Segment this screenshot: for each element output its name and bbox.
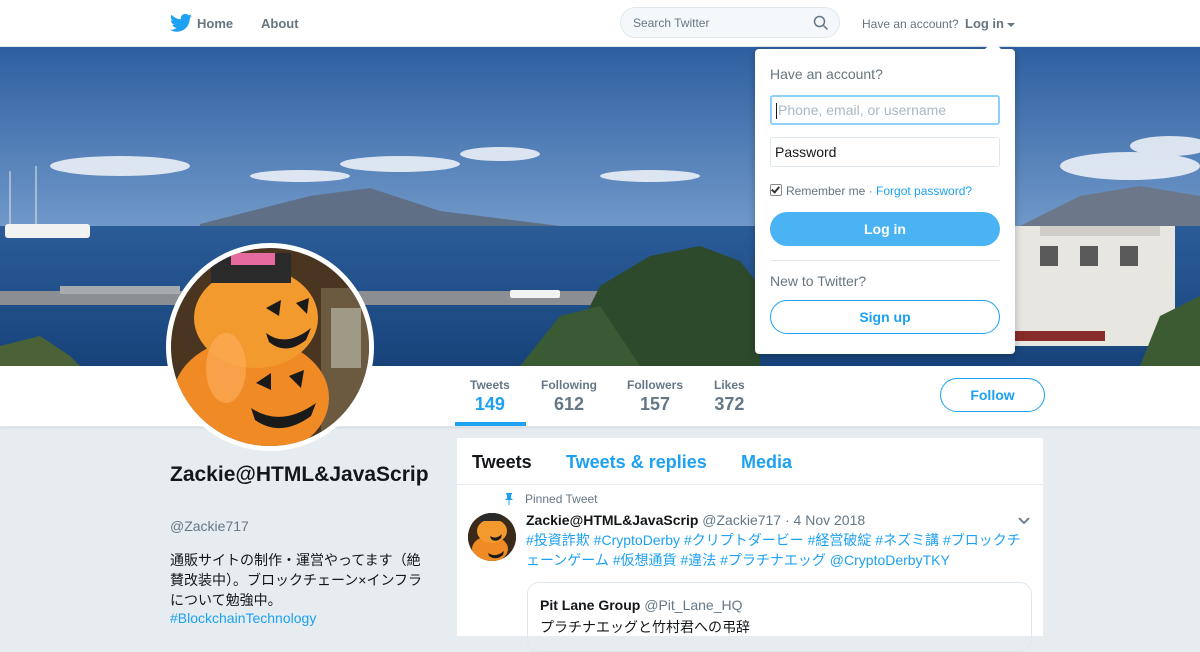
stat-tweets[interactable]: Tweets 149 <box>470 378 510 415</box>
search-icon[interactable] <box>813 15 829 31</box>
dropdown-title: Have an account? <box>770 66 883 82</box>
login-dropdown: Have an account? Phone, email, or userna… <box>755 41 1015 354</box>
remember-me-label[interactable]: Remember me <box>786 184 865 198</box>
caret-down-icon <box>1007 22 1015 27</box>
text-cursor <box>776 103 777 120</box>
timeline-tabs: Tweets Tweets & replies Media <box>457 438 1043 485</box>
remember-row: Remember me · Forgot password? <box>770 184 972 198</box>
tweet-date[interactable]: · 4 Nov 2018 <box>785 512 865 528</box>
tab-tweets[interactable]: Tweets <box>472 452 532 473</box>
tweet-avatar-image <box>468 513 516 561</box>
login-toggle-label: Log in <box>965 16 1004 31</box>
top-navigation: Home About Search Twitter Have an accoun… <box>0 0 1200 47</box>
quoted-tweet-text: プラチナエッグと竹村君への弔辞 <box>540 619 750 635</box>
active-stat-indicator <box>455 422 526 426</box>
tweet-avatar[interactable] <box>468 513 516 561</box>
profile-avatar[interactable] <box>166 243 374 451</box>
timeline: Tweets Tweets & replies Media Pinned Twe… <box>456 437 1044 652</box>
quoted-tweet-header: Pit Lane Group @Pit_Lane_HQ <box>540 597 743 613</box>
stat-label: Followers <box>627 378 684 392</box>
username-field[interactable]: Phone, email, or username <box>770 95 1000 125</box>
have-account-text: Have an account? <box>862 17 959 31</box>
stat-likes[interactable]: Likes 372 <box>714 378 745 415</box>
search-input[interactable]: Search Twitter <box>633 16 709 30</box>
tab-tweets-replies[interactable]: Tweets & replies <box>566 452 707 473</box>
quoted-author-name: Pit Lane Group <box>540 597 641 613</box>
forgot-password-link[interactable]: Forgot password? <box>876 184 972 198</box>
nav-about-link[interactable]: About <box>261 16 299 31</box>
stat-value: 612 <box>553 394 585 414</box>
dropdown-divider <box>770 260 1000 261</box>
separator: · <box>865 184 877 198</box>
signup-button[interactable]: Sign up <box>770 300 1000 334</box>
chevron-down-icon[interactable] <box>1017 516 1031 526</box>
profile-hashtag-link[interactable]: #BlockchainTechnology <box>170 610 316 626</box>
tweet-author-name[interactable]: Zackie@HTML&JavaScrip <box>526 512 698 528</box>
stat-value: 149 <box>474 394 505 414</box>
stat-value: 157 <box>639 394 671 414</box>
profile-name: Zackie@HTML&JavaScrip <box>170 463 429 486</box>
profile-handle[interactable]: @Zackie717 <box>170 518 249 534</box>
follow-button[interactable]: Follow <box>940 378 1045 412</box>
stat-label: Tweets <box>470 378 510 392</box>
remember-me-checkbox[interactable] <box>770 184 782 196</box>
quoted-tweet[interactable]: Pit Lane Group @Pit_Lane_HQ プラチナエッグと竹村君へ… <box>527 582 1032 652</box>
pinned-tweet-label: Pinned Tweet <box>525 492 598 506</box>
search-box[interactable]: Search Twitter <box>620 7 840 38</box>
username-placeholder: Phone, email, or username <box>778 102 947 118</box>
twitter-bird-icon[interactable] <box>170 13 192 33</box>
quoted-author-handle: @Pit_Lane_HQ <box>644 597 743 613</box>
stat-following[interactable]: Following 612 <box>541 378 597 415</box>
avatar-image <box>171 248 369 446</box>
tab-media[interactable]: Media <box>741 452 792 473</box>
password-placeholder: Password <box>775 144 837 160</box>
stat-value: 372 <box>714 394 745 414</box>
login-button[interactable]: Log in <box>770 212 1000 246</box>
nav-home-link[interactable]: Home <box>197 16 233 31</box>
stat-label: Following <box>541 378 597 392</box>
pin-icon <box>505 493 513 505</box>
profile-bio: 通販サイトの制作・運営やってます（絶賛改装中）。ブロックチェーン×インフラについ… <box>170 552 423 608</box>
login-dropdown-toggle[interactable]: Log in <box>965 16 1015 31</box>
stat-label: Likes <box>714 378 745 392</box>
password-field[interactable]: Password <box>770 137 1000 167</box>
dropdown-caret <box>985 41 1001 49</box>
tweet-header: Zackie@HTML&JavaScrip @Zackie717 · 4 Nov… <box>526 512 865 528</box>
tweet-text[interactable]: #投資詐欺 #CryptoDerby #クリプトダービー #経営破綻 #ネズミ講… <box>526 530 1031 570</box>
stat-followers[interactable]: Followers 157 <box>627 378 683 415</box>
new-to-twitter-text: New to Twitter? <box>770 273 867 289</box>
tweet-author-handle[interactable]: @Zackie717 <box>702 512 781 528</box>
